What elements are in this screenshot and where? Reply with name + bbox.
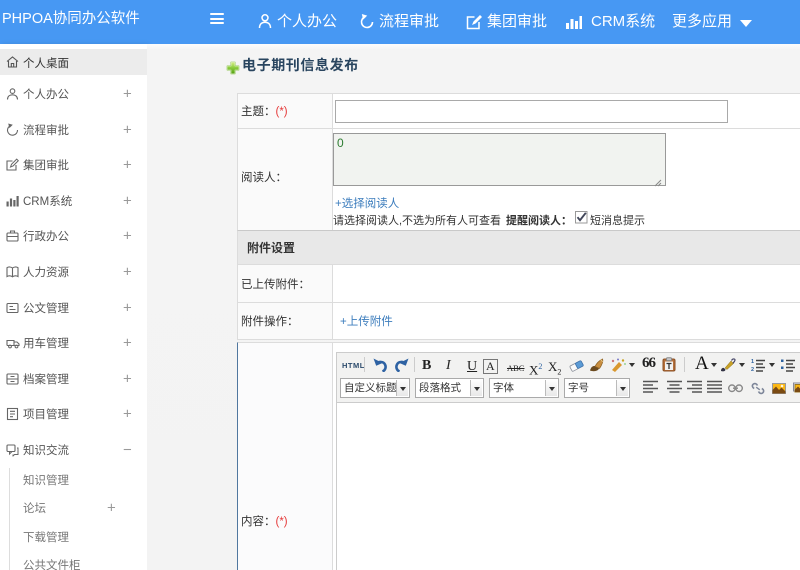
svg-text:2: 2 (751, 367, 754, 372)
svg-text:1: 1 (751, 359, 754, 365)
